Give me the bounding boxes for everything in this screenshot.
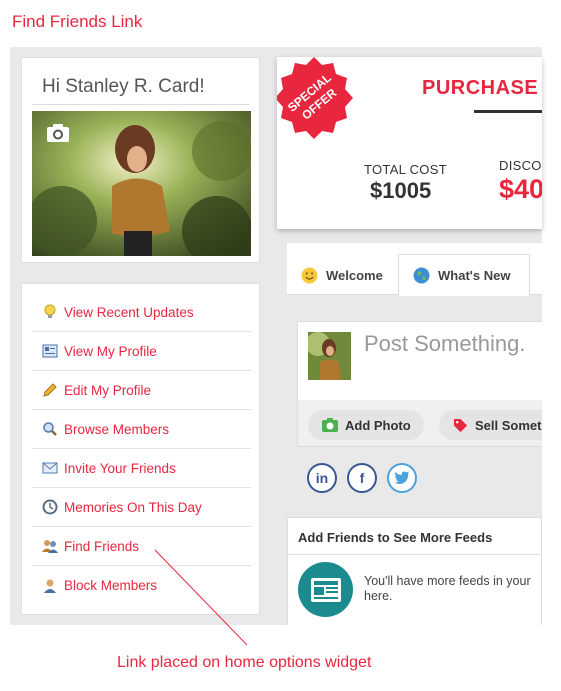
envelope-icon	[42, 462, 58, 474]
add-photo-label: Add Photo	[345, 417, 411, 433]
offer-title: PURCHASE A	[422, 77, 542, 99]
facebook-icon[interactable]: f	[347, 463, 377, 493]
camera-icon[interactable]	[46, 123, 70, 148]
add-friends-widget: Add Friends to See More Feeds You'll hav…	[287, 517, 542, 625]
tab-whats-new[interactable]: What's New	[398, 254, 530, 296]
menu-item-label: Edit My Profile	[64, 382, 152, 398]
lightbulb-icon	[44, 304, 56, 318]
clock-icon	[42, 499, 58, 515]
news-feed-icon	[298, 562, 353, 617]
home-options-widget: View Recent Updates View My Profile Edit…	[21, 283, 260, 615]
tag-icon	[453, 418, 468, 432]
menu-item-edit-my-profile[interactable]: Edit My Profile	[32, 371, 251, 410]
pencil-icon	[43, 383, 57, 397]
special-offer-badge: SPECIAL OFFER	[277, 57, 353, 139]
post-input[interactable]: Post Something.	[364, 331, 525, 357]
add-photo-button[interactable]: Add Photo	[308, 410, 424, 440]
profile-card-icon	[42, 344, 58, 358]
menu-item-label: Browse Members	[64, 421, 170, 437]
magnifier-icon	[43, 422, 57, 436]
avatar	[308, 332, 351, 380]
special-offer-card[interactable]: SPECIAL OFFER PURCHASE A TOTAL COST $100…	[277, 57, 542, 229]
discount-label: DISCO	[499, 158, 542, 173]
menu-item-block-members[interactable]: Block Members	[32, 566, 251, 605]
tab-welcome[interactable]: Welcome	[287, 254, 383, 296]
menu-item-find-friends[interactable]: Find Friends	[32, 527, 251, 566]
offer-title-underline	[474, 110, 542, 113]
feed-tabs: Welcome What's New	[287, 243, 542, 296]
menu-item-label: Block Members	[64, 578, 158, 593]
menu-item-view-my-profile[interactable]: View My Profile	[32, 332, 251, 371]
greeting-text: Hi Stanley R. Card!	[42, 76, 205, 97]
users-icon	[42, 540, 58, 553]
menu-item-memories-on-this-day[interactable]: Memories On This Day	[32, 488, 251, 527]
page-title: Find Friends Link	[12, 12, 143, 31]
camera-icon	[322, 418, 338, 432]
tab-label: Welcome	[326, 267, 383, 283]
composer-actions: Add Photo Sell Somet	[297, 400, 542, 447]
user-icon	[44, 579, 56, 593]
twitter-icon[interactable]	[387, 463, 417, 493]
menu-item-label: Invite Your Friends	[64, 460, 176, 476]
menu-item-label: View Recent Updates	[64, 304, 194, 320]
total-cost-value: $1005	[370, 178, 432, 203]
add-friends-text: You'll have more feeds in your here.	[364, 574, 531, 603]
menu-item-view-recent-updates[interactable]: View Recent Updates	[32, 293, 251, 332]
linkedin-icon[interactable]: in	[307, 463, 337, 493]
annotation-caption: Link placed on home options widget	[117, 654, 372, 671]
menu-item-label: Find Friends	[64, 538, 140, 554]
tab-label: What's New	[438, 267, 511, 283]
post-composer[interactable]: Post Something.	[297, 321, 542, 401]
globe-icon	[413, 267, 430, 283]
discount-value: $40	[499, 174, 542, 204]
menu-item-label: View My Profile	[64, 343, 157, 359]
profile-photo[interactable]	[32, 111, 251, 256]
smiley-icon	[301, 267, 318, 283]
sell-something-label: Sell Somet	[475, 417, 542, 433]
menu-item-browse-members[interactable]: Browse Members	[32, 410, 251, 449]
total-cost-label: TOTAL COST	[364, 162, 447, 177]
greeting-card: Hi Stanley R. Card!	[21, 57, 260, 263]
divider	[288, 554, 541, 555]
activity-feed: Welcome What's New Post Something. Add P…	[287, 243, 542, 625]
add-friends-title: Add Friends to See More Feeds	[298, 530, 493, 545]
menu-item-label: Memories On This Day	[64, 499, 202, 515]
menu-item-invite-your-friends[interactable]: Invite Your Friends	[32, 449, 251, 488]
divider	[32, 104, 249, 105]
sell-something-button[interactable]: Sell Somet	[439, 410, 542, 440]
